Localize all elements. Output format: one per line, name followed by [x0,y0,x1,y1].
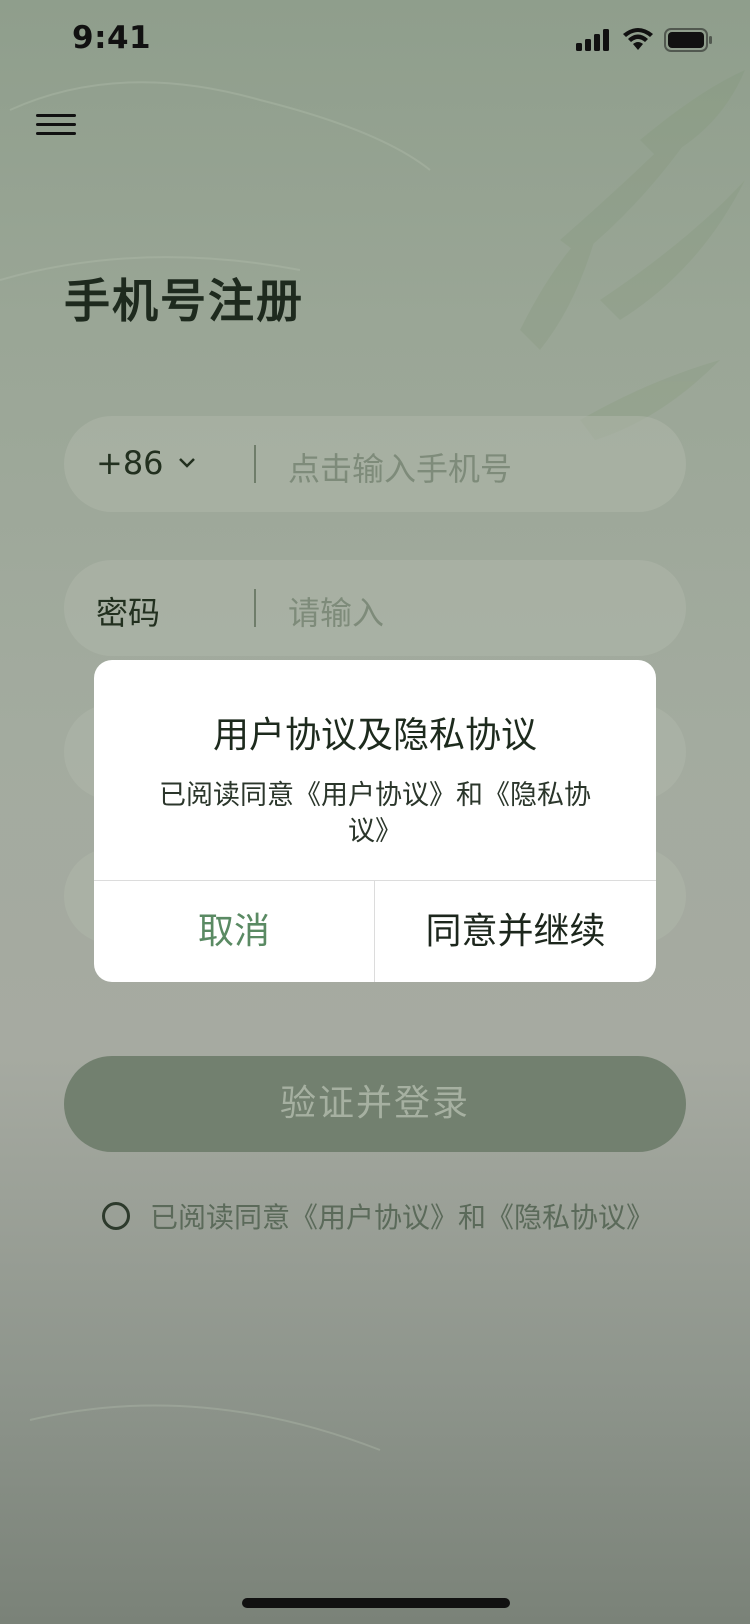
verify-login-button[interactable]: 验证并登录 [64,1056,686,1152]
password-input[interactable]: 请输入 [288,588,384,634]
status-time: 9:41 [72,20,152,56]
agreement-dialog: 用户协议及隐私协议 已阅读同意《用户协议》和《隐私协议》 取消 同意并继续 [94,660,656,982]
page-title: 手机号注册 [64,274,304,328]
home-indicator[interactable] [242,1598,510,1608]
agreement-row: 已阅读同意《用户协议》和《隐私协议》 [102,1196,654,1236]
field-divider [254,589,256,627]
dialog-body: 已阅读同意《用户协议》和《隐私协议》 [159,780,591,847]
agreement-radio[interactable] [102,1202,130,1230]
chevron-down-icon [178,458,195,468]
country-code: +86 [96,444,164,482]
menu-icon[interactable] [36,108,76,148]
password-field[interactable]: 密码 请输入 [64,560,686,656]
field-divider [254,445,256,483]
battery-icon [664,28,712,52]
agreement-text[interactable]: 已阅读同意《用户协议》和《隐私协议》 [150,1196,654,1236]
dialog-title: 用户协议及隐私协议 [212,715,537,756]
phone-field[interactable]: +86 点击输入手机号 [64,416,686,512]
country-code-selector[interactable]: +86 [96,444,196,482]
agree-continue-button[interactable]: 同意并继续 [375,881,656,982]
status-bar: 9:41 [0,0,750,84]
password-label: 密码 [96,594,161,632]
cellular-signal-icon [576,29,609,51]
phone-input[interactable]: 点击输入手机号 [288,444,512,490]
wifi-icon [623,28,653,50]
cancel-button[interactable]: 取消 [94,881,374,982]
